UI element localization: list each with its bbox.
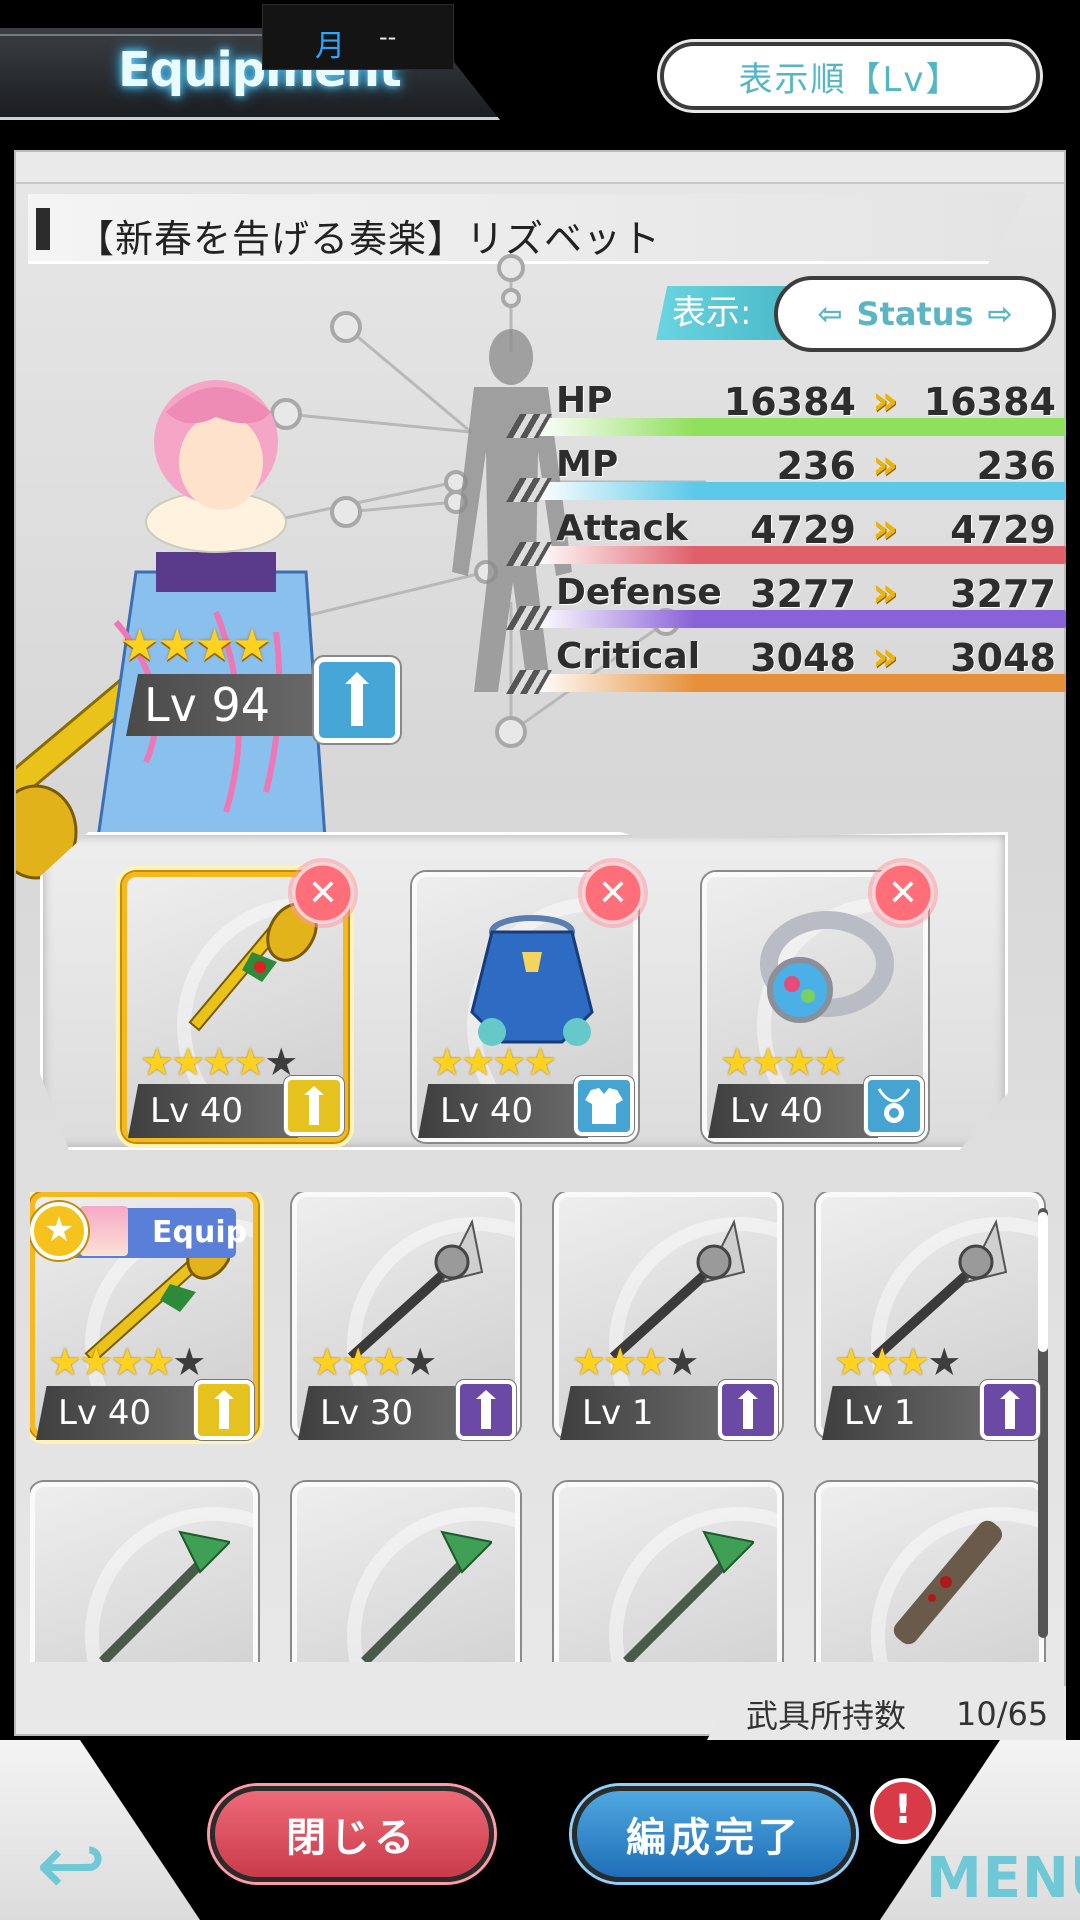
mace-type-icon (314, 657, 400, 743)
stat-new: 3048 (950, 636, 1056, 680)
rarity-stars: ★★★★ (430, 1040, 557, 1084)
stat-label: HP (556, 380, 613, 421)
ring-item-image (760, 911, 894, 1023)
close-button[interactable]: 閉じる (210, 1786, 494, 1882)
stat-current: 16384 (723, 380, 856, 424)
equipped-tag: Equip ★ (30, 1202, 248, 1262)
equipment-count-bar: 武具所持数 10/65 (706, 1686, 1066, 1742)
item-level: Lv 40 (418, 1084, 588, 1138)
stat-new: 4729 (950, 508, 1056, 552)
alert-badge: ! (870, 1778, 936, 1844)
stat-new: 236 (976, 444, 1056, 488)
stat-label: Attack (556, 508, 688, 549)
mace-type-icon (718, 1380, 778, 1440)
remove-accessory-button[interactable]: ✕ (868, 858, 938, 928)
double-chevron-icon: » (872, 442, 898, 488)
scrollbar-thumb[interactable] (1038, 1212, 1048, 1352)
character-rarity-stars: ★★★★ (120, 620, 272, 671)
mace-type-icon (980, 1380, 1040, 1440)
equipped-slot-accessory[interactable]: ★★★★ Lv 40 ✕ (702, 858, 938, 1142)
stat-current: 3277 (750, 572, 856, 616)
stat-new: 16384 (923, 380, 1056, 424)
green-staff-image (623, 1530, 754, 1662)
rarity-stars: ★★★ (310, 1340, 406, 1384)
count-value: 10/65 (956, 1695, 1049, 1733)
item-level: Lv 40 (128, 1084, 298, 1138)
remove-weapon-button[interactable]: ✕ (288, 858, 358, 928)
double-chevron-icon: » (872, 506, 898, 552)
stat-row-mp: MP 236 » 236 (506, 442, 1066, 504)
stat-label: MP (556, 444, 619, 485)
green-staff-image (361, 1530, 492, 1662)
double-chevron-icon: » (872, 378, 898, 424)
character-level: Lv 94 (126, 674, 326, 736)
stat-row-critical: Critical 3048 » 3048 (506, 634, 1066, 696)
date-month: 月 (315, 29, 345, 64)
menu-button[interactable]: MENU (926, 1846, 1080, 1911)
rarity-stars-empty: ★ (927, 1340, 961, 1384)
date-display: 月 -- (262, 4, 454, 70)
status-toggle-label: Status (856, 295, 974, 333)
stat-new: 3277 (950, 572, 1056, 616)
inventory-item[interactable]: ★★★★ Lv 1 (816, 1192, 1044, 1440)
bloody-club-image (893, 1520, 1003, 1645)
header-bar: Equipment 月 -- 表示順【Lv】 (0, 0, 1080, 150)
double-chevron-icon: » (872, 570, 898, 616)
equipped-slot-weapon[interactable]: ★★★★★ Lv 40 ✕ (122, 858, 358, 1142)
item-level: Lv 40 (708, 1084, 878, 1138)
rarity-stars-empty: ★ (172, 1340, 206, 1384)
item-level: Lv 40 (36, 1386, 212, 1440)
inventory-grid: ★★★★★ Lv 40 Equip ★ ★★★★ Lv 30 ★★★★ Lv 1… (30, 1192, 1060, 1662)
inventory-item[interactable]: ★★★★★ Lv 40 Equip ★ (30, 1192, 258, 1440)
rarity-stars: ★★★★ (720, 1040, 847, 1084)
status-display-toggle[interactable]: ⇦ Status ⇨ (774, 276, 1056, 352)
inventory-item[interactable] (30, 1482, 258, 1662)
stat-current: 4729 (750, 508, 856, 552)
rarity-stars: ★★★ (834, 1340, 930, 1384)
rarity-stars: ★★★★ (140, 1040, 267, 1084)
item-level: Lv 1 (822, 1386, 998, 1440)
arrow-right-icon: ⇨ (987, 296, 1013, 332)
stat-row-hp: HP 16384 » 16384 (506, 378, 1066, 440)
rarity-stars-empty: ★ (403, 1340, 437, 1384)
green-staff-image (99, 1530, 230, 1662)
inventory-item[interactable] (292, 1482, 520, 1662)
necklace-type-icon (864, 1076, 924, 1136)
stat-label: Defense (556, 572, 722, 613)
stat-current: 3048 (750, 636, 856, 680)
armor-type-icon (574, 1076, 634, 1136)
rarity-stars: ★★★ (572, 1340, 668, 1384)
back-arrow-icon[interactable]: ↩ (36, 1820, 136, 1910)
character-portrait (16, 380, 328, 880)
count-label: 武具所持数 (746, 1697, 907, 1735)
stat-label: Critical (556, 636, 701, 677)
rarity-stars: ★★★★ (48, 1340, 175, 1384)
confirm-formation-button[interactable]: 編成完了 (572, 1786, 856, 1882)
weapon-type-icon (194, 1380, 254, 1440)
sort-order-button[interactable]: 表示順【Lv】 (660, 42, 1040, 110)
double-chevron-icon: » (872, 634, 898, 680)
stat-row-defense: Defense 3277 » 3277 (506, 570, 1066, 632)
inventory-item[interactable]: ★★★★ Lv 30 (292, 1192, 520, 1440)
item-level: Lv 1 (560, 1386, 736, 1440)
inventory-item[interactable] (816, 1482, 1044, 1662)
inventory-item[interactable] (554, 1482, 782, 1662)
favorite-star-icon: ★ (30, 1202, 88, 1260)
mace-item-image (188, 902, 318, 1032)
stat-current: 236 (776, 444, 856, 488)
item-level: Lv 30 (298, 1386, 474, 1440)
footer-bar: ↩ 閉じる 編成完了 ! MENU (0, 1740, 1080, 1920)
equipment-panel: 【新春を告げる奏楽】リズベット ★★★★ Lv 94 表示: ⇦ Status … (14, 150, 1066, 1742)
weapon-type-icon (284, 1076, 344, 1136)
remove-armor-button[interactable]: ✕ (578, 858, 648, 928)
equipped-slot-armor[interactable]: ★★★★ Lv 40 ✕ (412, 858, 648, 1142)
stat-row-attack: Attack 4729 » 4729 (506, 506, 1066, 568)
arrow-left-icon: ⇦ (817, 296, 843, 332)
kimono-armor-image (470, 915, 594, 1046)
rarity-stars-empty: ★ (665, 1340, 699, 1384)
mace-type-icon (456, 1380, 516, 1440)
inventory-item[interactable]: ★★★★ Lv 1 (554, 1192, 782, 1440)
date-value: -- (379, 23, 397, 51)
